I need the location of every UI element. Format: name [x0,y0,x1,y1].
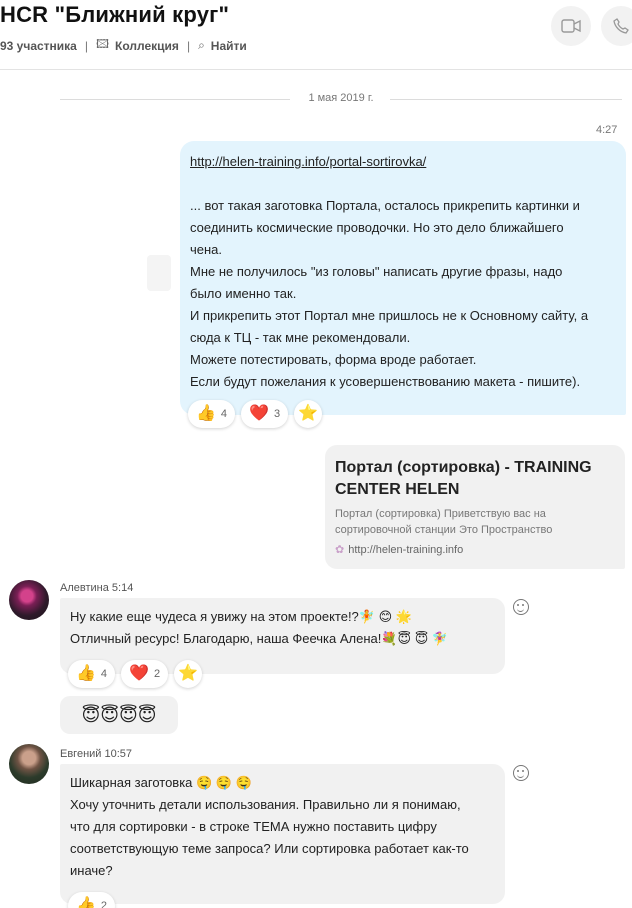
message-line: соответствующую теме запроса? Или сортир… [70,841,469,856]
divider: | [186,38,191,53]
star-icon: ⭐ [178,665,199,682]
star-icon: ⭐ [298,405,319,422]
outgoing-message[interactable]: http://helen-training.info/portal-sortir… [180,141,626,415]
date-label: 1 мая 2019 г. [300,92,382,104]
message-line: сюда к ТЦ - так мне рекомендовали. [190,330,411,345]
find-link[interactable]: Найти [211,39,247,53]
link-preview-card[interactable]: Портал (сортировка) - TRAINING CENTER HE… [325,445,625,569]
incoming-message[interactable]: Шикарная заготовка 🤤 🤤 🤤 Хочу уточнить д… [60,764,505,904]
reaction-thumbs-up[interactable]: 👍 2 [68,892,116,908]
reaction-star[interactable]: ⭐ [174,660,203,688]
message-line: Можете потестировать, форма вроде работа… [190,352,477,367]
reaction-count: 2 [153,668,161,680]
reaction-star[interactable]: ⭐ [294,400,323,428]
thumbs-up-icon: 👍 [196,405,216,422]
reaction-heart[interactable]: ❤️ 2 [121,660,169,688]
divider: | [84,38,88,53]
search-icon: ⌕ [198,38,205,52]
reactions-bar: 👍 2 [68,892,116,908]
link-preview-title[interactable]: Портал (сортировка) - TRAINING CENTER HE… [335,457,615,501]
reactions-bar: 👍 4 ❤️ 2 ⭐ [68,660,203,688]
video-camera-icon [561,19,581,33]
reaction-thumbs-up[interactable]: 👍 4 [68,660,116,688]
link-preview-description: Портал (сортировка) Приветствую вас на с… [335,508,553,536]
participants-count[interactable]: 93 участника [0,39,77,53]
message-line: Если будут пожелания к усовершенствовани… [190,374,581,389]
chat-meta: 93 участника | 🖾 Коллекция | ⌕ Найти [0,35,247,56]
reaction-count: 2 [100,900,108,908]
message-time: 4:27 [596,124,618,136]
reaction-count: 3 [273,408,281,420]
phone-icon [613,18,629,34]
message-line: чена. [190,242,223,257]
message-line: Шикарная заготовка 🤤 🤤 🤤 [70,775,252,790]
reaction-heart[interactable]: ❤️ 3 [241,400,289,428]
reactions-bar: 👍 4 ❤️ 3 ⭐ [188,400,323,428]
thumbs-up-icon: 👍 [76,665,96,682]
date-divider: 1 мая 2019 г. [60,92,622,106]
avatar[interactable] [9,744,49,784]
message-line: Мне не получилось "из головы" написать д… [190,264,563,279]
message-line: соединить космические проводочки. Но это… [190,220,564,235]
heart-icon: ❤️ [249,405,269,422]
video-call-button[interactable] [551,6,591,46]
sender-name-time: Алевтина 5:14 [60,582,134,594]
chat-header: HCR "Ближний круг" 93 участника | 🖾 Колл… [0,0,632,70]
site-favicon-icon: ✿ [335,544,345,556]
message-line: Ну какие еще чудеса я увижу на этом прое… [70,609,412,624]
heart-icon: ❤️ [129,665,149,682]
sender-name-time: Евгений 10:57 [60,748,133,760]
message-line: Отличный ресурс! Благодарю, наша Феечка … [70,631,449,646]
message-line: было именно так. [190,286,297,301]
avatar[interactable] [9,580,49,620]
link-preview-url[interactable]: http://helen-training.info [348,544,463,556]
collection-icon: 🖾 [95,37,110,51]
message-link[interactable]: http://helen-training.info/portal-sortir… [190,154,426,169]
message-line: что для сортировки - в строке ТЕМА нужно… [70,819,437,834]
reaction-count: 4 [100,668,108,680]
chat-title[interactable]: HCR "Ближний круг" [0,2,229,28]
collection-link[interactable]: Коллекция [115,39,179,53]
message-line: Хочу уточнить детали использования. Прав… [70,797,461,812]
message-line: иначе? [70,863,113,878]
add-reaction-icon[interactable] [513,765,529,781]
scroll-handle[interactable] [147,255,171,291]
reaction-count: 4 [220,408,228,420]
thumbs-up-icon: 👍 [76,897,96,908]
add-reaction-icon[interactable] [513,599,529,615]
reaction-thumbs-up[interactable]: 👍 4 [188,400,236,428]
message-line: ... вот такая заготовка Портала, осталос… [190,198,580,213]
message-line: И прикрепить этот Портал мне пришлось не… [190,308,589,323]
emoji-message[interactable]: 😇😇😇😇 [60,696,178,734]
audio-call-button[interactable] [601,6,632,46]
